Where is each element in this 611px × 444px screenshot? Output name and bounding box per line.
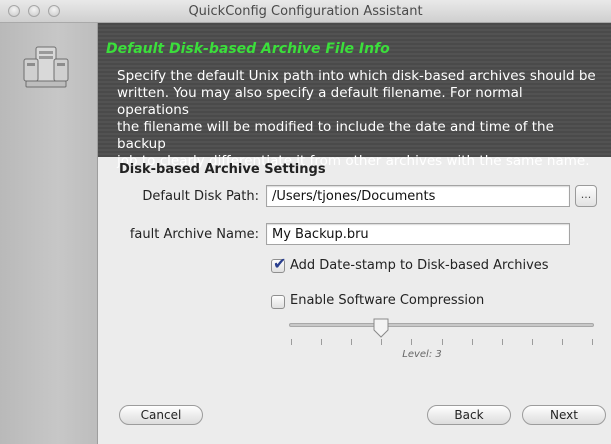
slider-thumb[interactable]: [372, 318, 390, 338]
header-description: Specify the default Unix path into which…: [117, 68, 597, 170]
slider-tick: [381, 339, 383, 345]
sidebar: [0, 23, 98, 444]
slider-tick: [471, 339, 473, 345]
section-title: Disk-based Archive Settings: [119, 162, 326, 177]
datestamp-checkbox[interactable]: ✔: [271, 254, 286, 273]
disk-path-input[interactable]: [266, 185, 570, 207]
description-line: Specify the default Unix path into which…: [117, 68, 596, 84]
header-title: Default Disk-based Archive File Info: [106, 41, 390, 57]
browse-button[interactable]: ...: [575, 185, 597, 207]
cancel-button[interactable]: Cancel: [119, 405, 203, 425]
title-bar: QuickConfig Configuration Assistant: [0, 0, 611, 23]
window-title: QuickConfig Configuration Assistant: [188, 4, 423, 19]
description-line: the filename will be modified to include…: [117, 119, 554, 152]
level-label: Level: 3: [402, 349, 442, 360]
next-button[interactable]: Next: [522, 405, 606, 425]
slider-tick: [441, 339, 443, 345]
disk-path-label: Default Disk Path:: [142, 189, 259, 204]
server-drive-icon: [23, 46, 69, 88]
header-panel: Default Disk-based Archive File Info Spe…: [98, 23, 611, 169]
slider-tick: [351, 339, 353, 345]
slider-tick: [531, 339, 533, 345]
back-button[interactable]: Back: [427, 405, 511, 425]
checkmark-icon: ✔: [273, 254, 287, 273]
slider-tick: [291, 339, 292, 345]
archive-name-label: fault Archive Name:: [129, 227, 259, 242]
slider-tick: [321, 339, 323, 345]
slider-tick: [501, 339, 503, 345]
datestamp-label[interactable]: Add Date-stamp to Disk-based Archives: [290, 258, 549, 273]
archive-name-input[interactable]: [266, 223, 570, 245]
compression-checkbox[interactable]: [271, 295, 285, 309]
slider-tick: [592, 339, 593, 345]
slider-tick: [561, 339, 563, 345]
compression-label[interactable]: Enable Software Compression: [290, 293, 484, 308]
compression-level-slider[interactable]: [289, 323, 594, 327]
slider-tick: [411, 339, 413, 345]
assistant-window: QuickConfig Configuration Assistant Defa…: [0, 0, 611, 444]
description-line: written. You may also specify a default …: [117, 85, 523, 118]
